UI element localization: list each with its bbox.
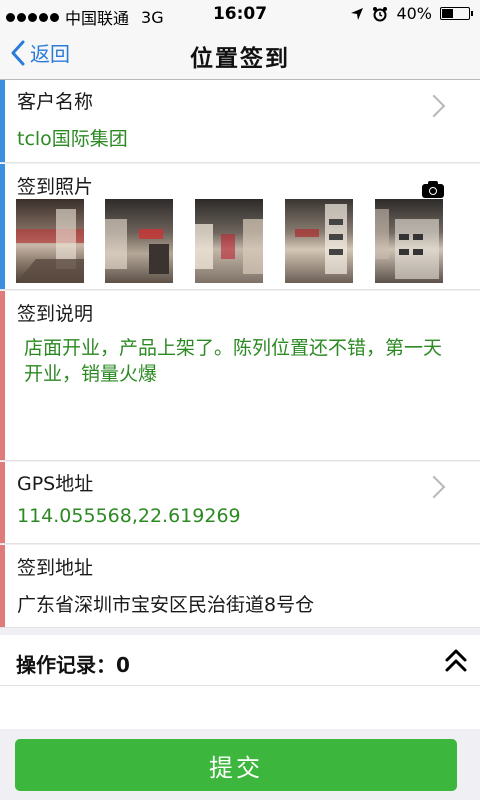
camera-icon[interactable]: [422, 181, 444, 198]
gps-value: 114.055568,22.619269: [17, 505, 241, 527]
customer-label: 客户名称: [17, 91, 94, 113]
page-title: 位置签到: [190, 46, 290, 72]
photo-thumbnail[interactable]: [16, 199, 84, 283]
gps-label: GPS地址: [17, 473, 94, 495]
customer-row[interactable]: 客户名称 tclo国际集团: [0, 80, 480, 163]
photos-row: 签到照片: [0, 164, 480, 290]
battery-percent: 40%: [396, 4, 432, 23]
gps-row[interactable]: GPS地址 114.055568,22.619269: [0, 462, 480, 544]
battery-fill: [442, 9, 454, 18]
photos-label: 签到照片: [17, 176, 94, 198]
row-stripe: [0, 462, 5, 543]
address-label: 签到地址: [17, 557, 94, 579]
address-value: 广东省深圳市宝安区民治街道8号仓: [17, 594, 315, 616]
row-stripe: [0, 291, 5, 460]
status-bar: 中国联通 3G 16:07 40%: [0, 0, 480, 30]
location-arrow-icon: [351, 7, 364, 20]
alarm-icon: [373, 6, 388, 21]
photo-thumbnail[interactable]: [195, 199, 263, 283]
operation-record-title: 操作记录：0: [16, 653, 130, 677]
chevron-right-icon: [422, 94, 446, 118]
submit-button[interactable]: 提交: [15, 739, 457, 791]
photo-thumbnail[interactable]: [375, 199, 443, 283]
status-right: 40%: [350, 4, 473, 23]
double-chevron-up-icon[interactable]: [444, 645, 468, 675]
chevron-right-icon: [422, 475, 446, 499]
row-stripe: [0, 80, 5, 162]
photo-thumbnail[interactable]: [105, 199, 173, 283]
operation-record-list: [0, 686, 480, 729]
nav-bar: 返回 位置签到: [0, 30, 480, 80]
description-text[interactable]: 店面开业，产品上架了。陈列位置还不错，第一天开业，销量火爆: [24, 335, 454, 387]
description-label: 签到说明: [17, 303, 94, 325]
row-stripe: [0, 545, 5, 627]
description-row[interactable]: 签到说明 店面开业，产品上架了。陈列位置还不错，第一天开业，销量火爆: [0, 291, 480, 461]
row-stripe: [0, 164, 5, 289]
photo-thumbnail[interactable]: [285, 199, 353, 283]
battery-icon: [440, 7, 473, 20]
address-row: 签到地址 广东省深圳市宝安区民治街道8号仓: [0, 545, 480, 628]
operation-record-header[interactable]: 操作记录：0: [0, 635, 480, 686]
customer-value: tclo国际集团: [17, 128, 128, 150]
